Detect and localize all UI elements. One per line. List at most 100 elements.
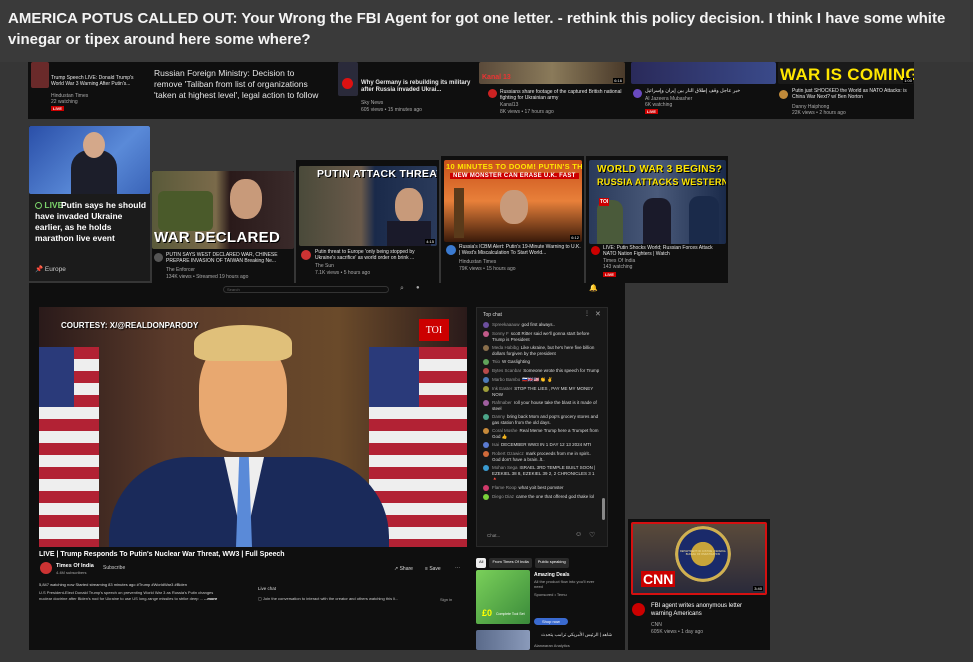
related-video-item[interactable]: شاهد | الرئيس الأمريكي ترامب يتحدث Alanw…: [476, 630, 616, 650]
top-video-thumbnail[interactable]: Kanal 13 6:16: [479, 62, 625, 84]
channel-avatar[interactable]: [154, 253, 163, 262]
chat-message[interactable]: Diego Diaz came the one that offered god …: [483, 493, 601, 500]
chat-message[interactable]: Ink Easter STOP THE LIES , PAY ME MY MONE…: [483, 386, 601, 397]
chat-message[interactable]: Meda Habibg Like ukraine, but he's here f…: [483, 345, 601, 356]
chat-message[interactable]: Sonny Fscott Ritter said we'll gonna sta…: [483, 331, 601, 342]
related-video-thumbnail[interactable]: [476, 630, 530, 650]
chat-close-icon[interactable]: ✕: [595, 310, 601, 318]
emoji-icon[interactable]: ☺: [575, 531, 582, 538]
top-video-thumbnail[interactable]: [631, 62, 776, 84]
fbi-video-channel[interactable]: CNN: [651, 622, 662, 628]
chat-avatar[interactable]: [483, 451, 489, 457]
chat-avatar[interactable]: [483, 484, 489, 491]
chat-message[interactable]: Flame Roop what yoit best pomster: [483, 484, 601, 491]
chat-avatar[interactable]: [483, 377, 489, 383]
chat-username[interactable]: Mohan Sega: [492, 465, 518, 470]
top-video-title[interactable]: Russians share footage of the captured B…: [500, 89, 625, 101]
tab-public-speaking[interactable]: Public speaking: [534, 558, 569, 568]
top-video-thumbnail[interactable]: [338, 62, 358, 96]
chat-avatar[interactable]: [483, 322, 489, 328]
channel-avatar[interactable]: [779, 90, 788, 99]
share-button[interactable]: ↗ Share: [394, 566, 413, 572]
mid-video-card[interactable]: PUTIN ATTACK THREAT 4:15 Putin threat to…: [296, 160, 439, 283]
more-link[interactable]: ...more: [204, 596, 217, 601]
fbi-video-thumbnail[interactable]: DEPARTMENT OF JUSTICE • FEDERAL BUREAU O…: [631, 522, 767, 595]
putin-news-thumbnail[interactable]: [29, 126, 150, 194]
microphone-icon[interactable]: ●: [416, 285, 420, 291]
top-video-thumbnail[interactable]: WAR IS COMING! 1:00: [778, 62, 914, 84]
chat-message[interactable]: Spreekaaauw god first always..: [483, 322, 601, 328]
chat-avatar[interactable]: [483, 414, 489, 420]
chat-username[interactable]: Marbo Bambo: [492, 377, 520, 382]
channel-avatar[interactable]: [633, 89, 642, 98]
top-video-channel[interactable]: Sky News: [361, 100, 383, 106]
shop-now-button[interactable]: Shop now: [534, 618, 568, 625]
mid-video-thumbnail[interactable]: 10 MINUTES TO DOOM! PUTIN'S THIS NEW MON…: [444, 160, 582, 242]
chat-username[interactable]: Flame Roop: [492, 485, 517, 490]
fbi-video-card[interactable]: DEPARTMENT OF JUSTICE • FEDERAL BUREAU O…: [628, 519, 770, 650]
chat-message[interactable]: Bytes Scanbar Someone wrote this speech f…: [483, 368, 601, 374]
mid-video-thumbnail[interactable]: PUTIN ATTACK THREAT 4:15: [299, 166, 437, 246]
channel-avatar[interactable]: [446, 245, 456, 255]
tab-all[interactable]: All: [476, 558, 487, 568]
top-article-title[interactable]: Russian Foreign Ministry: Decision to re…: [154, 68, 324, 101]
related-video-title[interactable]: شاهد | الرئيس الأمريكي ترامب يتحدث: [534, 631, 612, 638]
chat-username[interactable]: Isai: [492, 442, 499, 447]
tab-from-channel[interactable]: From Times Of India: [489, 558, 532, 568]
putin-news-card[interactable]: LIVE Putin says he should have invaded U…: [29, 126, 150, 281]
description-box[interactable]: 5,847 watching now Started streaming 83 …: [39, 582, 249, 612]
channel-avatar[interactable]: [40, 562, 52, 574]
top-video-channel[interactable]: Kanal13: [500, 102, 518, 108]
channel-name[interactable]: Times Of India: [56, 563, 94, 569]
fbi-video-title[interactable]: FBI agent writes anonymous letter warnin…: [651, 602, 763, 618]
chat-avatar[interactable]: [483, 331, 489, 337]
notifications-icon[interactable]: 🔔: [589, 284, 598, 292]
top-video-title[interactable]: خبر عاجل وقف إطلاق النار بين إيران وإسرا…: [645, 88, 770, 95]
channel-avatar[interactable]: [591, 246, 600, 255]
video-player[interactable]: COURTESY: X/@REALDONPARODY TOI: [39, 307, 467, 547]
mid-video-card[interactable]: WORLD WAR 3 BEGINS? RUSSIA ATTACKS WESTE…: [586, 156, 728, 283]
chat-input[interactable]: Chat...: [487, 533, 500, 538]
mid-video-title[interactable]: Putin threat to Europe 'only being stopp…: [315, 249, 435, 261]
chat-avatar[interactable]: [483, 493, 489, 500]
chat-replay-row[interactable]: ▢ Join the conversation to interact with…: [258, 596, 468, 601]
top-video-title[interactable]: Why Germany is rebuilding its military a…: [361, 80, 471, 94]
chat-message[interactable]: Coral Moshe Real Meme Trump here a Trumpe…: [483, 428, 601, 439]
save-button[interactable]: ≡ Save: [425, 566, 441, 572]
chat-username[interactable]: Rafmaber: [492, 400, 512, 405]
more-actions-button[interactable]: ···: [455, 565, 460, 571]
search-icon[interactable]: ⌕: [400, 285, 404, 293]
mid-video-channel[interactable]: Hindustan Times: [459, 259, 496, 265]
subscribe-button[interactable]: Subscribe: [103, 565, 125, 571]
chat-avatar[interactable]: [483, 368, 489, 374]
channel-avatar[interactable]: [301, 250, 311, 260]
mid-video-thumbnail[interactable]: WAR DECLARED: [152, 171, 294, 249]
channel-avatar[interactable]: [632, 603, 645, 616]
chat-username[interactable]: Coral Moshe: [492, 428, 518, 433]
ad-thumbnail[interactable]: £0 Complete Tool Set: [476, 570, 530, 624]
mid-video-channel[interactable]: The Enforcer: [166, 267, 195, 273]
mid-video-card[interactable]: WAR DECLARED PUTIN SAYS WEST DECLARED WA…: [152, 171, 294, 283]
chat-header[interactable]: Top chat: [483, 312, 502, 318]
related-video-channel[interactable]: Alanwaran Analytics: [534, 643, 570, 649]
chat-message[interactable]: Isai DECEMBER WW3 IN 1 DAY 12 13 2024 MTI: [483, 442, 601, 448]
chat-message[interactable]: Robert Ozawicz mark proceeds from me in s…: [483, 451, 601, 462]
chat-message[interactable]: Rafmaber roll your house take the blast i…: [483, 400, 601, 411]
chat-message[interactable]: Danny bring back Mom and pop's grocery st…: [483, 414, 601, 425]
ad-card[interactable]: £0 Complete Tool Set Amazing Deals All t…: [476, 570, 616, 628]
chat-username[interactable]: Meda Habibg: [492, 345, 519, 350]
chat-username[interactable]: Robert Ozawicz: [492, 451, 524, 456]
chat-avatar[interactable]: [483, 386, 489, 392]
chat-username[interactable]: Sonny F: [492, 331, 509, 336]
chat-message[interactable]: Marbo Bambo 🇷🇺🇬🇧🇺🇸 👏 ✌️: [483, 377, 601, 383]
mid-video-title[interactable]: Russia's ICBM Alert: Putin's 19-Minute W…: [459, 244, 581, 256]
mid-video-thumbnail[interactable]: WORLD WAR 3 BEGINS? RUSSIA ATTACKS WESTE…: [589, 160, 726, 244]
top-video-thumbnail[interactable]: [31, 62, 49, 88]
mid-video-channel[interactable]: The Sun: [315, 263, 334, 269]
chat-avatar[interactable]: [483, 442, 489, 448]
chat-username[interactable]: Diego Diaz: [492, 494, 514, 499]
chat-username[interactable]: Ink Easter: [492, 386, 512, 391]
chat-menu-icon[interactable]: ⋮: [584, 310, 590, 317]
chat-username[interactable]: Bytes Scanbar: [492, 368, 521, 373]
channel-avatar[interactable]: [488, 89, 497, 98]
